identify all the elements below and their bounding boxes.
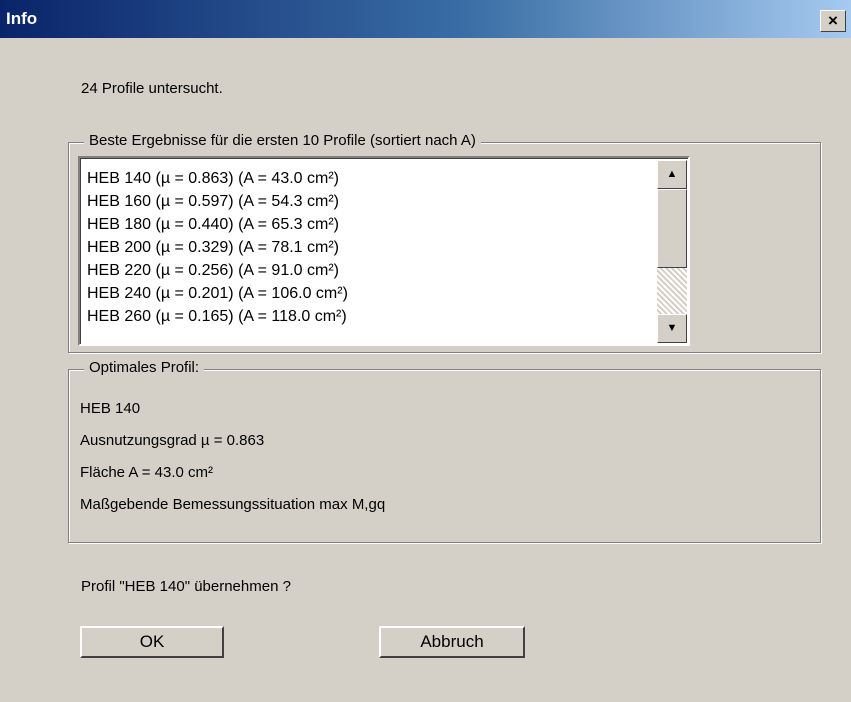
best-results-legend: Beste Ergebnisse für die ersten 10 Profi… — [84, 132, 481, 149]
list-item[interactable]: HEB 180 (µ = 0.440) (A = 65.3 cm²) — [87, 213, 339, 236]
scroll-track[interactable] — [657, 268, 687, 314]
optimal-profile-legend: Optimales Profil: — [84, 359, 205, 376]
vertical-scrollbar[interactable]: ▲ ▼ — [657, 160, 687, 343]
list-item[interactable]: HEB 140 (µ = 0.863) (A = 43.0 cm²) — [87, 167, 339, 190]
question-text: Profil "HEB 140" übernehmen ? — [81, 578, 291, 595]
ok-button[interactable]: OK — [80, 626, 224, 658]
cancel-button[interactable]: Abbruch — [379, 626, 525, 658]
summary-text: 24 Profile untersucht. — [81, 80, 223, 97]
profile-listbox[interactable]: HEB 140 (µ = 0.863) (A = 43.0 cm²) HEB 1… — [78, 156, 690, 346]
design-situation-text: Maßgebende Bemessungssituation max M,gq — [80, 496, 386, 513]
scroll-down-button[interactable]: ▼ — [657, 314, 687, 343]
list-item[interactable]: HEB 240 (µ = 0.201) (A = 106.0 cm²) — [87, 282, 348, 305]
scroll-up-button[interactable]: ▲ — [657, 160, 687, 189]
optimal-profile-group — [68, 369, 821, 543]
scroll-thumb[interactable] — [657, 189, 687, 268]
info-dialog: Info × 24 Profile untersucht. Beste Erge… — [0, 0, 851, 702]
close-button[interactable]: × — [820, 10, 846, 32]
list-item[interactable]: HEB 160 (µ = 0.597) (A = 54.3 cm²) — [87, 190, 339, 213]
list-item[interactable]: HEB 220 (µ = 0.256) (A = 91.0 cm²) — [87, 259, 339, 282]
optimal-profile-name: HEB 140 — [80, 400, 141, 417]
area-text: Fläche A = 43.0 cm² — [80, 464, 213, 481]
window-title: Info — [6, 9, 38, 28]
title-bar[interactable]: Info × — [0, 0, 851, 38]
list-item[interactable]: HEB 260 (µ = 0.165) (A = 118.0 cm²) — [87, 305, 347, 328]
utilization-text: Ausnutzungsgrad µ = 0.863 — [80, 432, 265, 449]
list-item[interactable]: HEB 200 (µ = 0.329) (A = 78.1 cm²) — [87, 236, 339, 259]
